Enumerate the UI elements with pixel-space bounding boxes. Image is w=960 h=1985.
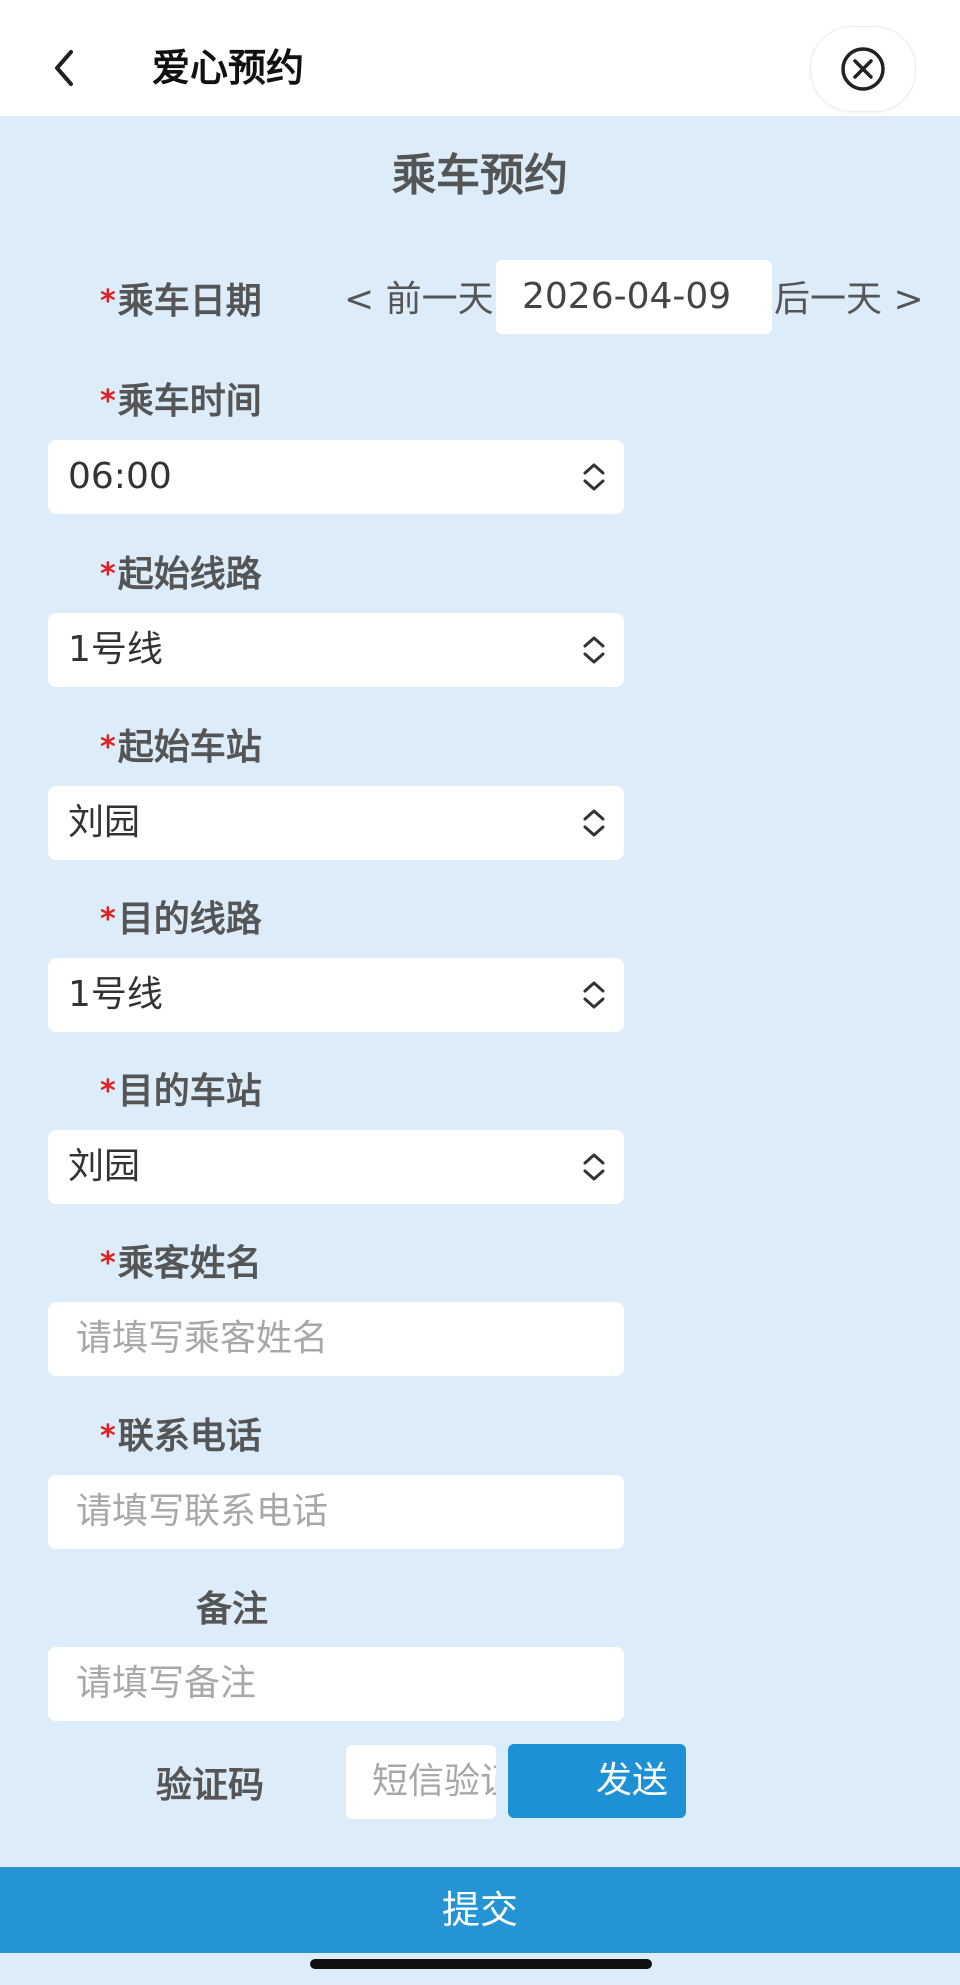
start-station-select-value: 刘园 bbox=[68, 802, 141, 843]
required-mark: * bbox=[100, 557, 116, 592]
dest-station-label-text: 目的车站 bbox=[117, 1071, 262, 1112]
chevron-left-icon bbox=[55, 50, 73, 86]
start-line-label-text: 起始线路 bbox=[117, 554, 262, 595]
time-label-text: 乘车时间 bbox=[117, 381, 262, 422]
required-mark: * bbox=[100, 1074, 116, 1109]
dest-line-select[interactable]: 1号线 bbox=[48, 958, 624, 1032]
dest-line-label-text: 目的线路 bbox=[117, 899, 262, 940]
header-title: 爱心预约 bbox=[152, 46, 305, 90]
date-input[interactable]: 2026-04-09 bbox=[496, 260, 772, 334]
dest-station-label: *目的车站 bbox=[100, 1068, 262, 1116]
phone-label: *联系电话 bbox=[100, 1413, 262, 1461]
start-line-select-value: 1号线 bbox=[68, 629, 163, 670]
up-down-arrow-icon bbox=[583, 463, 605, 491]
start-line-label: *起始线路 bbox=[100, 551, 262, 599]
required-mark: * bbox=[100, 1246, 116, 1281]
up-down-arrow-icon bbox=[583, 1153, 605, 1181]
time-select-value: 06:00 bbox=[68, 456, 172, 497]
remark-label: 备注 bbox=[196, 1589, 269, 1630]
passenger-name-label: *乘客姓名 bbox=[100, 1240, 262, 1288]
passenger-name-input[interactable]: 请填写乘客姓名 bbox=[48, 1302, 624, 1376]
required-mark: * bbox=[100, 1419, 116, 1454]
prev-day-button[interactable]: < 前一天 bbox=[344, 276, 494, 324]
up-down-arrow-icon bbox=[583, 981, 605, 1009]
remark-input[interactable]: 请填写备注 bbox=[48, 1647, 624, 1721]
next-day-button[interactable]: 后一天 > bbox=[774, 276, 924, 324]
verify-code-label: 验证码 bbox=[156, 1765, 265, 1806]
sms-code-input[interactable]: 短信验证码 bbox=[346, 1745, 496, 1819]
send-code-button[interactable]: 发送 bbox=[508, 1744, 686, 1818]
dest-station-select-value: 刘园 bbox=[68, 1146, 141, 1187]
start-line-select[interactable]: 1号线 bbox=[48, 613, 624, 687]
dest-line-label: *目的线路 bbox=[100, 896, 262, 944]
passenger-name-label-text: 乘客姓名 bbox=[117, 1243, 262, 1284]
submit-button[interactable]: 提交 bbox=[0, 1867, 960, 1953]
time-select[interactable]: 06:00 bbox=[48, 440, 624, 514]
up-down-arrow-icon bbox=[583, 636, 605, 664]
page-title: 乘车预约 bbox=[392, 150, 568, 201]
phone-label-text: 联系电话 bbox=[117, 1416, 262, 1457]
up-down-arrow-icon bbox=[583, 809, 605, 837]
required-mark: * bbox=[100, 284, 116, 319]
dest-station-select[interactable]: 刘园 bbox=[48, 1130, 624, 1204]
close-circle-icon bbox=[841, 47, 885, 91]
time-label: *乘车时间 bbox=[100, 378, 262, 426]
start-station-label-text: 起始车站 bbox=[117, 727, 262, 768]
dest-line-select-value: 1号线 bbox=[68, 974, 163, 1015]
required-mark: * bbox=[100, 902, 116, 937]
date-label-text: 乘车日期 bbox=[117, 281, 262, 322]
back-button[interactable] bbox=[40, 38, 88, 98]
date-label: *乘车日期 bbox=[100, 278, 262, 326]
close-button[interactable] bbox=[810, 26, 916, 112]
required-mark: * bbox=[100, 730, 116, 765]
phone-input[interactable]: 请填写联系电话 bbox=[48, 1475, 624, 1549]
start-station-select[interactable]: 刘园 bbox=[48, 786, 624, 860]
home-indicator bbox=[310, 1959, 652, 1969]
start-station-label: *起始车站 bbox=[100, 724, 262, 772]
required-mark: * bbox=[100, 384, 116, 419]
top-bar: 爱心预约 bbox=[0, 0, 960, 116]
